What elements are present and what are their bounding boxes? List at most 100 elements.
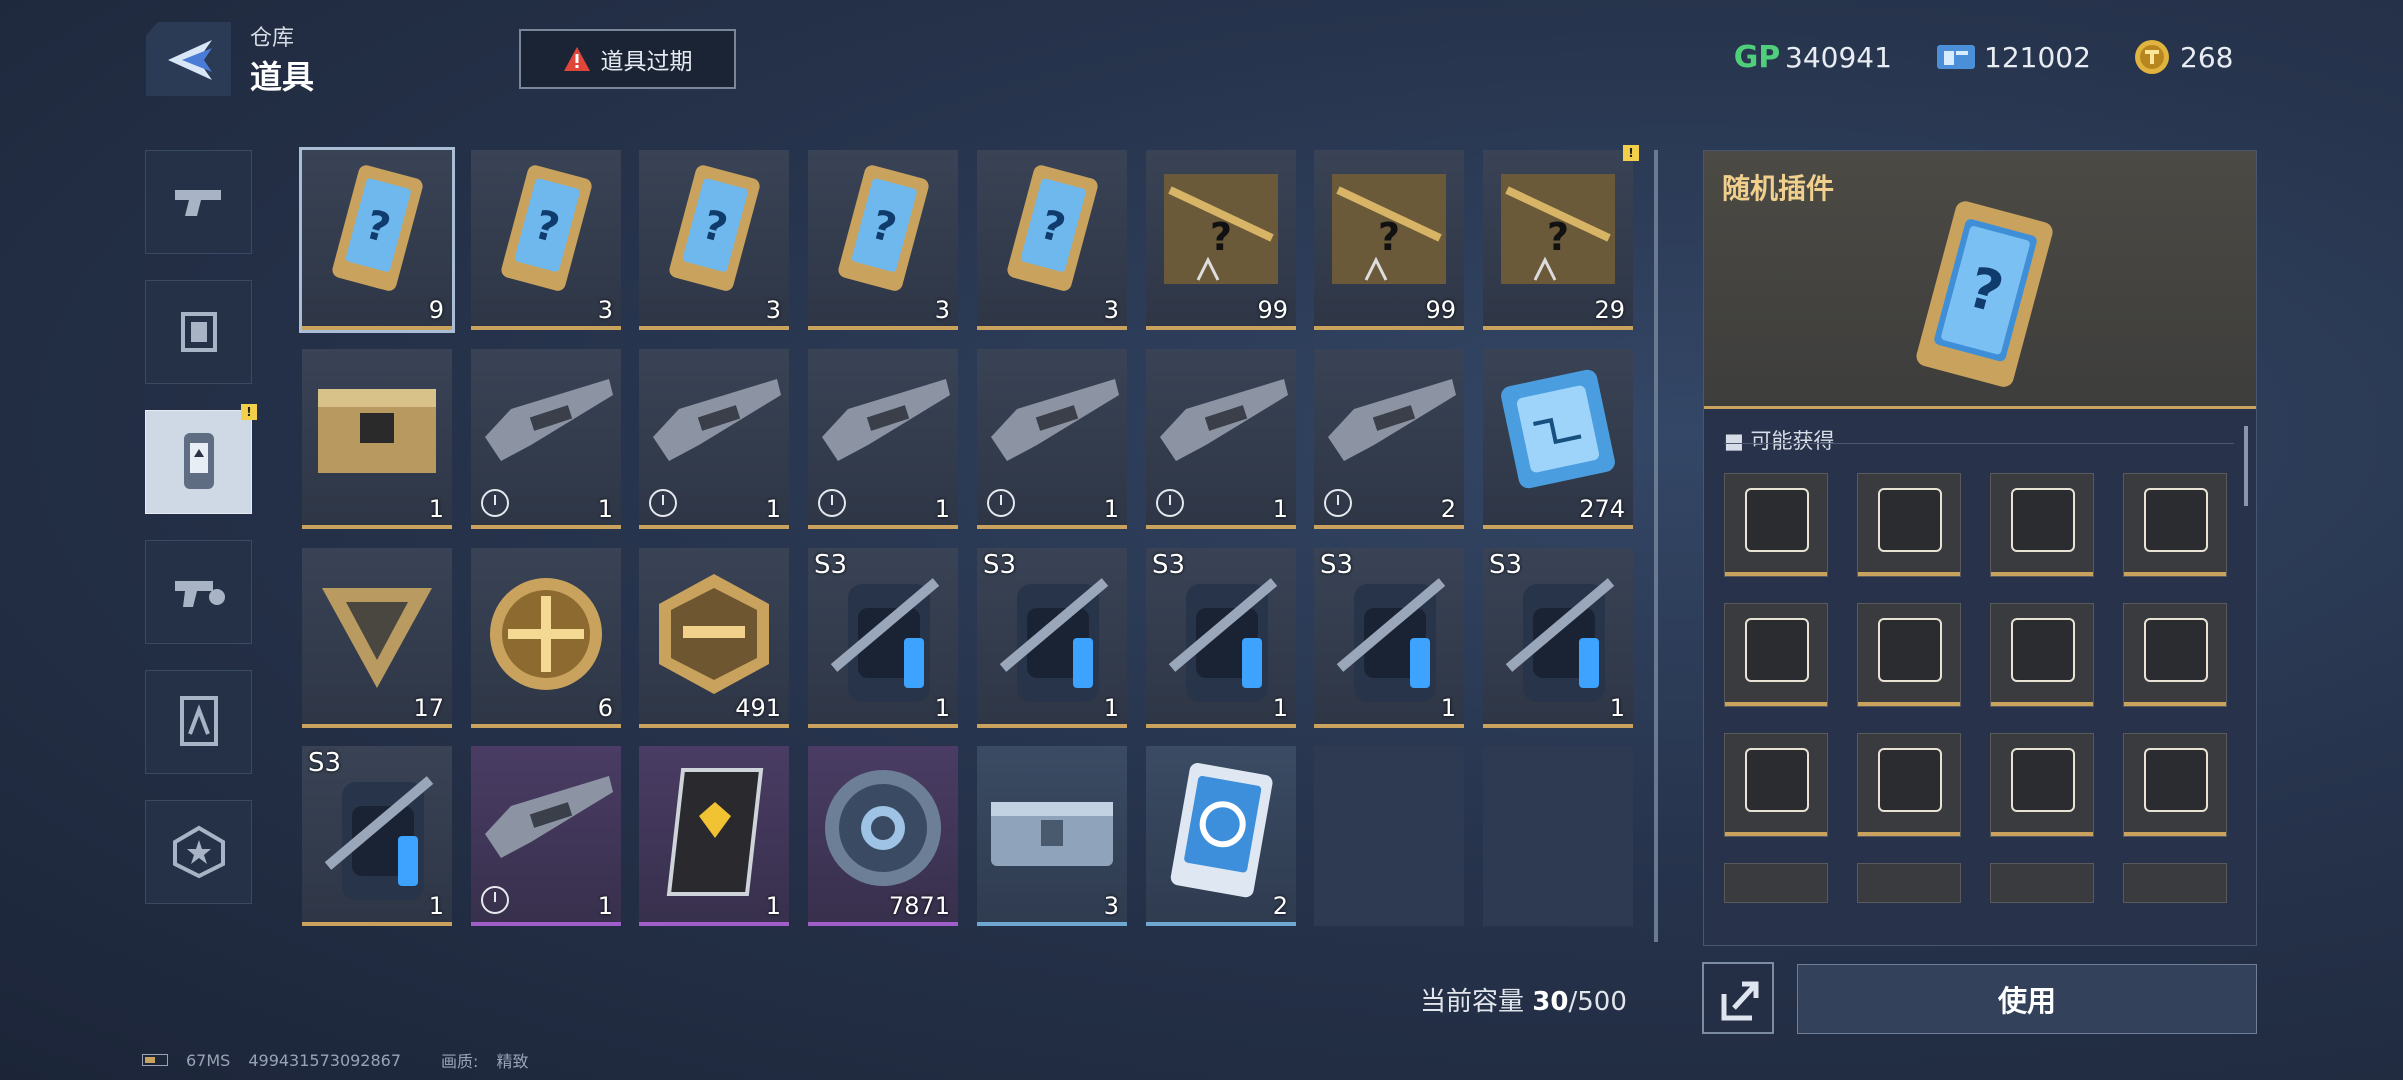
rarity-bar: [302, 922, 452, 926]
plugin-fist-icon: [2144, 748, 2208, 812]
plugin-spikes-icon: [1745, 488, 1809, 552]
currency-coin[interactable]: 268: [2132, 34, 2233, 80]
rarity-bar: [1146, 326, 1296, 330]
possible-reward-item[interactable]: [2123, 863, 2227, 903]
inventory-slot[interactable]: 1: [639, 349, 789, 529]
currency-ticket[interactable]: 121002: [1936, 34, 2091, 80]
inventory-slot[interactable]: S3 1: [808, 548, 958, 728]
rarity-bar: [808, 326, 958, 330]
rarity-bar: [1858, 702, 1960, 706]
inventory-slot[interactable]: S3 1: [302, 746, 452, 926]
possible-reward-item[interactable]: [1724, 603, 1828, 707]
share-button[interactable]: [1702, 962, 1774, 1034]
sidebar-tab-blueprints[interactable]: [145, 670, 252, 774]
timer-icon: [987, 489, 1015, 517]
inventory-slot[interactable]: 3: [977, 746, 1127, 926]
status-footer: 67MS 499431573092867 画质: 精致: [142, 1048, 528, 1072]
inventory-slot[interactable]: ? 99: [1146, 150, 1296, 330]
possible-reward-item[interactable]: [1724, 863, 1828, 903]
possible-reward-item[interactable]: [1857, 863, 1961, 903]
possible-reward-item[interactable]: [1990, 733, 2094, 837]
item-count: 99: [1425, 296, 1456, 324]
possible-reward-item[interactable]: [2123, 473, 2227, 577]
capacity-indicator: 当前容量 30/500: [1420, 981, 1627, 1018]
inventory-slot[interactable]: 1: [639, 746, 789, 926]
inventory-slot[interactable]: 491: [639, 548, 789, 728]
item-count: 1: [934, 495, 950, 523]
inventory-slot[interactable]: S3 1: [1314, 548, 1464, 728]
season-label: S3: [308, 748, 342, 778]
inventory-slot[interactable]: 1: [808, 349, 958, 529]
inventory-slot[interactable]: 274: [1483, 349, 1633, 529]
rarity-bar: [1725, 572, 1827, 576]
possible-reward-item[interactable]: [1857, 733, 1961, 837]
inventory-slot[interactable]: ? 3: [471, 150, 621, 330]
rarity-bar: [1991, 702, 2093, 706]
item-count: 274: [1579, 495, 1625, 523]
ticket-icon: [1936, 39, 1976, 75]
warehouse-label: 仓库: [250, 26, 295, 51]
item-count: 1: [765, 892, 781, 920]
rarity-bar: [977, 326, 1127, 330]
rarity-bar: [1314, 724, 1464, 728]
inventory-slot[interactable]: 6: [471, 548, 621, 728]
sidebar-tab-items[interactable]: [145, 410, 252, 514]
item-count: 2: [1272, 892, 1288, 920]
pistol-icon: [174, 190, 221, 216]
inventory-slot[interactable]: 1: [471, 349, 621, 529]
inventory-slot[interactable]: 1: [471, 746, 621, 926]
page-title: 道具: [250, 58, 315, 96]
possible-reward-item[interactable]: [1990, 473, 2094, 577]
item-count: 1: [1609, 694, 1625, 722]
possible-reward-item[interactable]: [1857, 473, 1961, 577]
possible-reward-item[interactable]: [1724, 473, 1828, 577]
back-button[interactable]: [146, 22, 231, 96]
rarity-bar: [302, 724, 452, 728]
sidebar-tab-badges[interactable]: [145, 800, 252, 904]
item-preview: 随机插件 ?: [1704, 151, 2256, 409]
possible-reward-item[interactable]: [2123, 733, 2227, 837]
inventory-slot[interactable]: 2: [1146, 746, 1296, 926]
inventory-slot[interactable]: S3 1: [1146, 548, 1296, 728]
rarity-bar: [471, 922, 621, 926]
coin-icon: [2132, 39, 2172, 75]
inventory-slot[interactable]: ? 3: [808, 150, 958, 330]
rarity-bar: [1314, 326, 1464, 330]
sidebar-tab-weapons[interactable]: [145, 150, 252, 254]
inventory-slot[interactable]: 2: [1314, 349, 1464, 529]
inventory-slot[interactable]: 1: [977, 349, 1127, 529]
inventory-slot[interactable]: 7871: [808, 746, 958, 926]
detail-scrollbar[interactable]: [2244, 426, 2248, 506]
inventory-slot[interactable]: ? 3: [639, 150, 789, 330]
inventory-slot[interactable]: ? 29: [1483, 150, 1633, 330]
quality-value: 精致: [496, 1052, 529, 1071]
grid-scrollbar[interactable]: [1654, 150, 1658, 942]
inventory-slot[interactable]: S3 1: [977, 548, 1127, 728]
plugin-shield-x-icon: [1745, 748, 1809, 812]
inventory-slot[interactable]: S3 1: [1483, 548, 1633, 728]
item-count: 1: [1272, 694, 1288, 722]
possible-reward-item[interactable]: [1990, 603, 2094, 707]
inventory-slot[interactable]: 17: [302, 548, 452, 728]
possible-reward-item[interactable]: [2123, 603, 2227, 707]
sidebar-tab-frames[interactable]: [145, 280, 252, 384]
inventory-slot[interactable]: ? 99: [1314, 150, 1464, 330]
inventory-slot[interactable]: 1: [1146, 349, 1296, 529]
possible-rewards-label: ■ 可能获得: [1724, 429, 1835, 453]
rarity-bar: [639, 922, 789, 926]
use-button[interactable]: 使用: [1797, 964, 2257, 1034]
possible-reward-item[interactable]: [1724, 733, 1828, 837]
inventory-slot[interactable]: ? 9: [299, 147, 455, 333]
inventory-slot[interactable]: ? 3: [977, 150, 1127, 330]
item-count: 9: [428, 296, 444, 324]
possible-reward-item[interactable]: [1857, 603, 1961, 707]
sidebar-tab-gestures[interactable]: [145, 540, 252, 644]
rarity-bar: [1146, 724, 1296, 728]
possible-reward-item[interactable]: [1990, 863, 2094, 903]
timer-icon: [1156, 489, 1184, 517]
inventory-slot[interactable]: 1: [302, 349, 452, 529]
currency-gp[interactable]: GP 340941: [1734, 34, 1892, 80]
timer-icon: [1324, 489, 1352, 517]
items-expired-button[interactable]: 道具过期: [519, 29, 736, 89]
rarity-bar: [1725, 702, 1827, 706]
